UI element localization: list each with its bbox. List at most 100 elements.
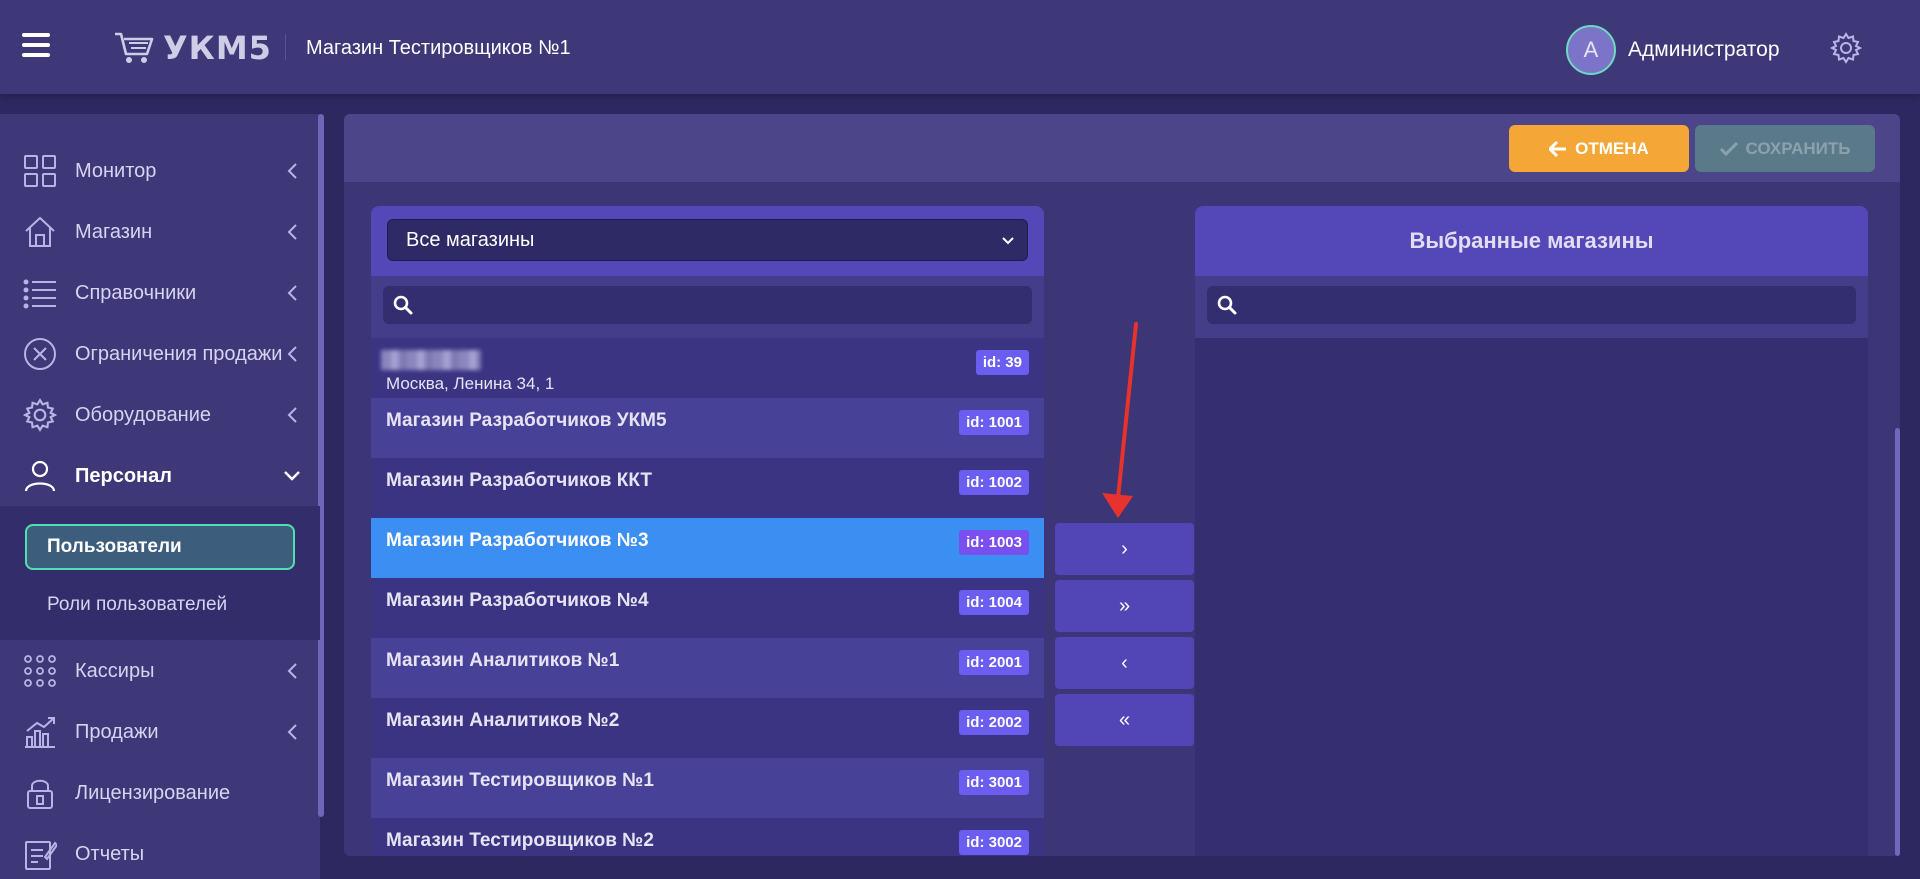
- top-header: УКМ5 Магазин Тестировщиков №1 A Админист…: [0, 0, 1920, 94]
- user-name: Администратор: [1628, 38, 1780, 61]
- sidebar-item-label: Справочники: [75, 281, 197, 304]
- avatar: A: [1566, 25, 1616, 75]
- user-menu[interactable]: A Администратор: [1566, 25, 1780, 75]
- main-panel: ОТМЕНА СОХРАНИТЬ Все магазины Москва, Ле…: [344, 114, 1900, 856]
- cancel-label: ОТМЕНА: [1575, 138, 1649, 158]
- move-selected-right-button[interactable]: ›: [1055, 523, 1194, 575]
- store-name: Магазин Разработчиков ККТ: [386, 470, 653, 491]
- sidebar-item-sale-restrictions[interactable]: Ограничения продажи: [0, 326, 320, 382]
- store-address: Москва, Ленина 34, 1: [386, 374, 555, 393]
- store-name: Магазин Разработчиков №4: [386, 590, 649, 611]
- available-search-box[interactable]: [383, 286, 1032, 324]
- selected-search-box[interactable]: [1207, 286, 1856, 324]
- list-item-selected[interactable]: Магазин Разработчиков №3 id: 1003: [371, 518, 1044, 578]
- sidebar-item-directories[interactable]: Справочники: [0, 265, 320, 321]
- move-all-right-button[interactable]: »: [1055, 580, 1194, 632]
- store-id-badge: id: 1002: [959, 470, 1029, 495]
- sidebar-item-cashiers[interactable]: Кассиры: [0, 643, 320, 699]
- sidebar-item-label: Продажи: [75, 720, 159, 743]
- cancel-button[interactable]: ОТМЕНА: [1509, 125, 1689, 172]
- chevron-down-icon: [284, 471, 300, 481]
- selected-stores-panel: Выбранные магазины: [1195, 206, 1868, 856]
- list-item[interactable]: Магазин Тестировщиков №2 id: 3002: [371, 818, 1044, 856]
- store-name: Магазин Разработчиков УКМ5: [386, 410, 667, 431]
- action-toolbar: ОТМЕНА СОХРАНИТЬ: [344, 114, 1900, 182]
- chevron-left-icon: [287, 163, 297, 179]
- sidebar-item-label: Магазин: [75, 220, 153, 243]
- list-item[interactable]: Магазин Разработчиков ККТ id: 1002: [371, 458, 1044, 518]
- available-search-input[interactable]: [423, 286, 1023, 324]
- move-all-left-button[interactable]: «: [1055, 694, 1194, 746]
- search-icon: [393, 295, 413, 315]
- store-id-badge: id: 1004: [959, 590, 1029, 615]
- sidebar-item-store[interactable]: Магазин: [0, 204, 320, 260]
- store-id-badge: id: 2002: [959, 710, 1029, 735]
- sidebar-item-label: Лицензирование: [75, 781, 231, 804]
- chevron-left-icon: [287, 724, 297, 740]
- selected-stores-title: Выбранные магазины: [1409, 228, 1654, 253]
- chevron-left-icon: [287, 663, 297, 679]
- chevron-left-icon: [287, 346, 297, 362]
- sidebar-item-reports[interactable]: Отчеты: [0, 826, 320, 879]
- store-title: Магазин Тестировщиков №1: [306, 37, 571, 59]
- list-item[interactable]: Магазин Аналитиков №2 id: 2002: [371, 698, 1044, 758]
- sidebar-item-sales[interactable]: Продажи: [0, 704, 320, 760]
- sidebar-item-label: Персонал: [75, 464, 172, 487]
- personnel-submenu: Пользователи Роли пользователей: [0, 506, 320, 640]
- home-icon: [22, 214, 58, 250]
- available-stores-panel: Все магазины Москва, Ленина 34, 1 id: 39…: [371, 206, 1044, 856]
- blurred-store-name: [381, 350, 481, 370]
- store-id-badge: id: 1001: [959, 410, 1029, 435]
- move-selected-left-button[interactable]: ‹: [1055, 637, 1194, 689]
- sidebar-item-personnel[interactable]: Персонал: [0, 448, 320, 504]
- store-name: Магазин Аналитиков №1: [386, 650, 620, 671]
- store-name: Магазин Разработчиков №3: [386, 530, 649, 551]
- save-label: СОХРАНИТЬ: [1745, 138, 1851, 158]
- main-scrollbar[interactable]: [1895, 428, 1900, 856]
- report-icon: [22, 836, 58, 872]
- selected-search-area: [1195, 276, 1868, 338]
- submenu-item-users[interactable]: Пользователи: [25, 524, 295, 570]
- store-id-badge: id: 3002: [959, 830, 1029, 855]
- list-item[interactable]: Магазин Тестировщиков №1 id: 3001: [371, 758, 1044, 818]
- settings-gear-icon[interactable]: [1830, 32, 1862, 64]
- circle-x-icon: [22, 336, 58, 372]
- header-divider: [285, 34, 286, 60]
- dots-grid-icon: [22, 653, 58, 689]
- save-button[interactable]: СОХРАНИТЬ: [1695, 125, 1875, 172]
- selected-search-input[interactable]: [1247, 286, 1847, 324]
- store-id-badge: id: 39: [975, 350, 1029, 375]
- store-name: Магазин Аналитиков №2: [386, 710, 620, 731]
- transfer-buttons: › » ‹ «: [1050, 206, 1195, 856]
- select-value: Все магазины: [406, 228, 535, 251]
- sidebar-item-label: Монитор: [75, 159, 157, 182]
- sidebar-item-equipment[interactable]: Оборудование: [0, 387, 320, 443]
- sidebar-item-label: Ограничения продажи: [75, 342, 283, 365]
- chart-icon: [22, 714, 58, 750]
- list-item[interactable]: Магазин Разработчиков №4 id: 1004: [371, 578, 1044, 638]
- store-name: Магазин Тестировщиков №2: [386, 830, 654, 851]
- sidebar-item-label: Оборудование: [75, 403, 212, 426]
- sidebar-item-licensing[interactable]: Лицензирование: [0, 765, 320, 821]
- sidebar-item-label: Кассиры: [75, 659, 155, 682]
- list-item[interactable]: Магазин Разработчиков УКМ5 id: 1001: [371, 398, 1044, 458]
- app-logo[interactable]: УКМ5: [113, 28, 272, 68]
- check-icon: [1719, 141, 1738, 156]
- search-icon: [1217, 295, 1237, 315]
- store-name: Магазин Тестировщиков №1: [386, 770, 654, 791]
- store-id-badge: id: 2001: [959, 650, 1029, 675]
- sidebar-item-monitor[interactable]: Монитор: [0, 143, 320, 199]
- hamburger-menu-icon[interactable]: [22, 33, 50, 59]
- sidebar-item-label: Отчеты: [75, 842, 145, 865]
- store-id-badge: id: 3001: [959, 770, 1029, 795]
- list-item[interactable]: Магазин Аналитиков №1 id: 2001: [371, 638, 1044, 698]
- arrow-left-icon: [1549, 140, 1567, 157]
- user-icon: [22, 458, 58, 494]
- store-id-badge: id: 1003: [959, 530, 1029, 555]
- submenu-item-user-roles[interactable]: Роли пользователей: [25, 582, 295, 628]
- available-search-area: [371, 276, 1044, 338]
- store-filter-select[interactable]: Все магазины: [387, 219, 1028, 261]
- gear-icon: [22, 397, 58, 433]
- list-icon: [22, 275, 58, 311]
- list-item[interactable]: Москва, Ленина 34, 1 id: 39: [371, 338, 1044, 398]
